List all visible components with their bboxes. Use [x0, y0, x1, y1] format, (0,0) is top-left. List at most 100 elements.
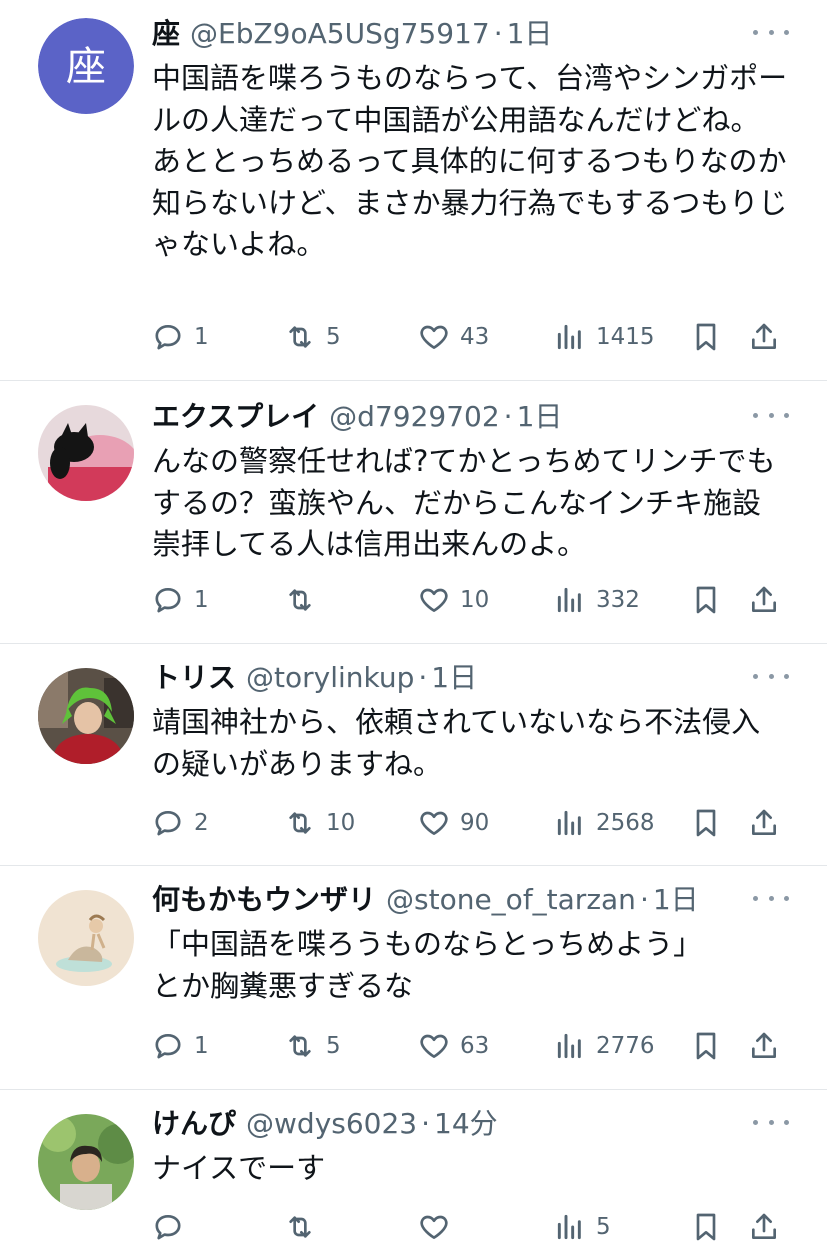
- action-bar: 2 10 90 2568: [152, 803, 792, 843]
- reply-button[interactable]: 2: [152, 803, 209, 843]
- retweet-button[interactable]: 10: [284, 803, 355, 843]
- share-button[interactable]: [748, 803, 780, 843]
- avatar-initial: 座: [66, 44, 106, 90]
- display-name[interactable]: 座: [152, 14, 180, 54]
- retweet-icon: [289, 589, 311, 611]
- avatar-illustration-image: [38, 890, 134, 986]
- more-icon[interactable]: [753, 662, 789, 690]
- views-icon: [557, 1033, 581, 1059]
- like-count: 10: [460, 587, 490, 613]
- retweet-button[interactable]: 5: [284, 1026, 341, 1066]
- reply-icon: [155, 1034, 181, 1059]
- more-icon[interactable]: [753, 884, 789, 912]
- timestamp[interactable]: 1日: [431, 658, 477, 698]
- share-button[interactable]: [748, 1207, 780, 1247]
- view-count: 2568: [596, 810, 655, 836]
- bookmark-button[interactable]: [690, 580, 722, 620]
- tweet[interactable]: 何もかもウンザリ @stone_of_tarzan · 1日 「中国語を喋ろうも…: [0, 866, 827, 1090]
- like-button[interactable]: 10: [418, 580, 489, 620]
- avatar[interactable]: [38, 405, 134, 501]
- retweet-button[interactable]: 5: [284, 317, 341, 357]
- heart-icon: [420, 325, 448, 349]
- timestamp[interactable]: 1日: [653, 880, 699, 920]
- tweet[interactable]: トリス @torylinkup · 1日 靖国神社から、依頼されていないなら不法…: [0, 644, 827, 866]
- tweet-header: 座 @EbZ9oA5USg75917 · 1日: [152, 14, 789, 54]
- display-name[interactable]: けんぴ: [152, 1104, 236, 1144]
- avatar[interactable]: [38, 890, 134, 986]
- like-button[interactable]: 63: [418, 1026, 489, 1066]
- retweet-button[interactable]: [284, 1207, 326, 1247]
- share-button[interactable]: [748, 580, 780, 620]
- display-name[interactable]: トリス: [152, 658, 236, 698]
- share-icon: [752, 586, 776, 612]
- like-button[interactable]: [418, 1207, 460, 1247]
- bookmark-icon: [696, 1213, 716, 1241]
- reply-button[interactable]: [152, 1207, 194, 1247]
- avatar-cat-image: [38, 405, 134, 501]
- tweet[interactable]: 座 座 @EbZ9oA5USg75917 · 1日 中国語を喋ろうものならって、…: [0, 0, 827, 381]
- share-button[interactable]: [748, 1026, 780, 1066]
- bookmark-button[interactable]: [690, 803, 722, 843]
- more-icon[interactable]: [753, 1108, 789, 1136]
- tweet[interactable]: エクスプレイ @d7929702 · 1日 んなの警察任せれば?てかとっちめてリ…: [0, 381, 827, 644]
- retweet-icon: [289, 812, 311, 834]
- separator-dot: ·: [493, 17, 503, 50]
- display-name[interactable]: エクスプレイ: [152, 397, 319, 437]
- reply-button[interactable]: 1: [152, 317, 209, 357]
- retweet-button[interactable]: [284, 580, 326, 620]
- timestamp[interactable]: 1日: [517, 397, 563, 437]
- views-icon: [557, 1214, 581, 1240]
- bookmark-button[interactable]: [690, 1207, 722, 1247]
- views-button[interactable]: 332: [554, 580, 640, 620]
- bookmark-button[interactable]: [690, 317, 722, 357]
- action-bar: 1 5 63 2776: [152, 1026, 792, 1066]
- reply-count: 1: [194, 587, 209, 613]
- views-button[interactable]: 1415: [554, 317, 655, 357]
- user-handle[interactable]: @EbZ9oA5USg75917: [190, 14, 490, 54]
- view-count: 1415: [596, 324, 655, 350]
- like-button[interactable]: 90: [418, 803, 489, 843]
- views-button[interactable]: 2776: [554, 1026, 655, 1066]
- timestamp[interactable]: 1日: [507, 14, 553, 54]
- views-button[interactable]: 2568: [554, 803, 655, 843]
- user-handle[interactable]: @wdys6023: [246, 1104, 417, 1144]
- more-icon[interactable]: [753, 18, 789, 46]
- heart-icon: [420, 1034, 448, 1058]
- reply-count: 1: [194, 324, 209, 350]
- avatar-photo-image: [38, 1114, 134, 1210]
- reply-count: 2: [194, 810, 209, 836]
- bookmark-icon: [696, 323, 716, 351]
- view-count: 2776: [596, 1033, 655, 1059]
- avatar[interactable]: [38, 668, 134, 764]
- share-icon: [752, 1032, 776, 1058]
- tweet-text: ナイスでーす: [152, 1151, 326, 1185]
- reply-button[interactable]: 1: [152, 580, 209, 620]
- retweet-icon: [289, 1216, 311, 1238]
- user-handle[interactable]: @torylinkup: [246, 658, 414, 698]
- reply-icon: [155, 811, 181, 836]
- like-button[interactable]: 43: [418, 317, 489, 357]
- separator-dot: ·: [421, 1107, 431, 1140]
- timestamp[interactable]: 14分: [434, 1104, 498, 1144]
- avatar[interactable]: 座: [38, 18, 134, 114]
- user-handle[interactable]: @stone_of_tarzan: [386, 880, 636, 920]
- like-count: 43: [460, 324, 490, 350]
- views-button[interactable]: 5: [554, 1207, 611, 1247]
- tweet-text: んなの警察任せれば?てかとっちめてリンチでもするの？蛮族やん、だからこんなインチ…: [152, 444, 776, 561]
- heart-icon: [420, 1215, 448, 1239]
- heart-icon: [420, 811, 448, 835]
- retweet-count: 5: [326, 324, 341, 350]
- share-button[interactable]: [748, 317, 780, 357]
- tweet[interactable]: けんぴ @wdys6023 · 14分 ナイスでーす 5: [0, 1090, 827, 1260]
- bookmark-icon: [696, 586, 716, 614]
- views-icon: [557, 587, 581, 613]
- reply-icon: [155, 325, 181, 350]
- retweet-icon: [289, 326, 311, 348]
- bookmark-button[interactable]: [690, 1026, 722, 1066]
- reply-button[interactable]: 1: [152, 1026, 209, 1066]
- display-name[interactable]: 何もかもウンザリ: [152, 880, 376, 920]
- avatar[interactable]: [38, 1114, 134, 1210]
- user-handle[interactable]: @d7929702: [329, 397, 499, 437]
- more-icon[interactable]: [753, 401, 789, 429]
- separator-dot: ·: [503, 400, 513, 433]
